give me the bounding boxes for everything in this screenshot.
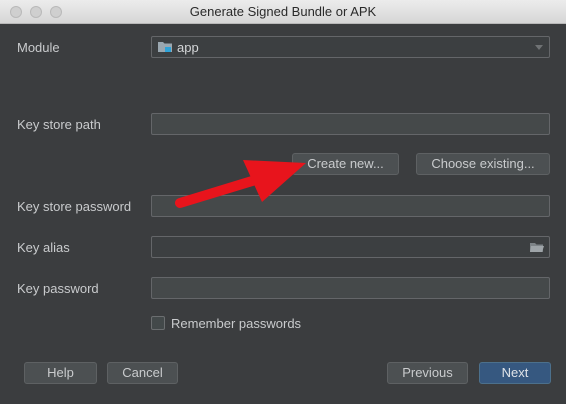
help-button[interactable]: Help — [24, 362, 97, 384]
keystore-path-field[interactable] — [151, 113, 550, 135]
key-password-label: Key password — [17, 281, 99, 296]
keystore-path-label: Key store path — [17, 117, 101, 132]
remember-passwords-label: Remember passwords — [171, 316, 302, 331]
keystore-password-label: Key store password — [17, 199, 132, 214]
module-label: Module — [17, 40, 60, 55]
create-new-button[interactable]: Create new... — [292, 153, 399, 175]
key-alias-label: Key alias — [17, 240, 70, 255]
remember-passwords-checkbox[interactable] — [151, 316, 165, 330]
module-select[interactable]: app — [151, 36, 550, 58]
module-folder-icon — [158, 42, 172, 52]
title-bar: Generate Signed Bundle or APK — [0, 0, 566, 24]
key-alias-field[interactable] — [151, 236, 550, 258]
browse-folder-icon[interactable] — [530, 242, 544, 253]
cancel-button[interactable]: Cancel — [107, 362, 178, 384]
keystore-password-field[interactable] — [151, 195, 550, 217]
next-button[interactable]: Next — [479, 362, 551, 384]
choose-existing-button[interactable]: Choose existing... — [416, 153, 550, 175]
module-value: app — [177, 40, 199, 55]
key-password-field[interactable] — [151, 277, 550, 299]
chevron-down-icon — [535, 45, 543, 50]
previous-button[interactable]: Previous — [387, 362, 468, 384]
window-title: Generate Signed Bundle or APK — [189, 4, 377, 19]
